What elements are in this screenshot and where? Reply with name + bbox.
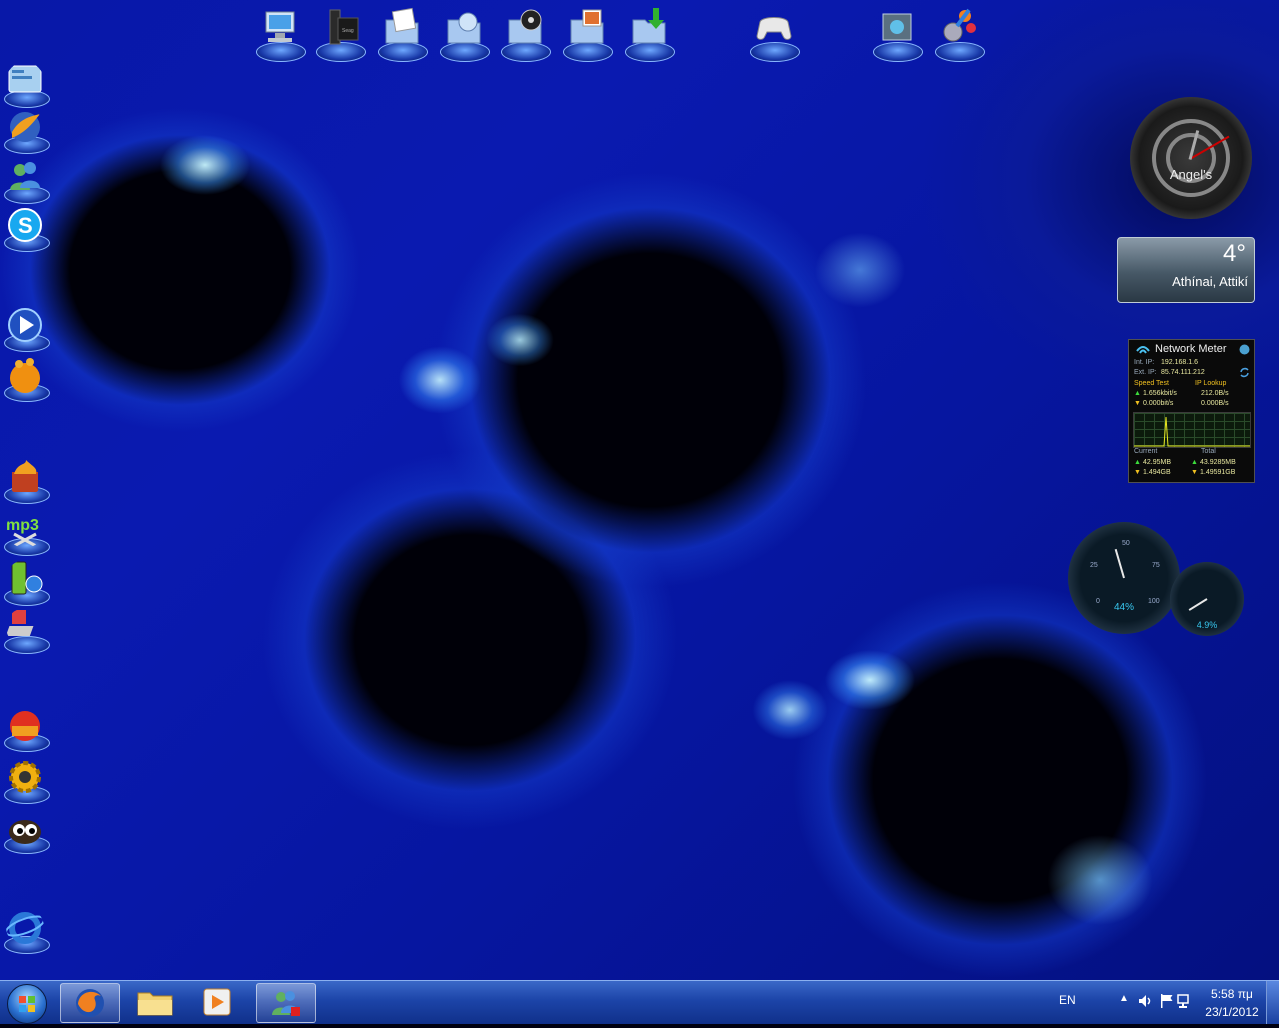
downloads-folder-icon[interactable] bbox=[621, 4, 675, 62]
upload-arrow-icon: ▲ bbox=[1134, 390, 1141, 397]
media-player-icon[interactable] bbox=[2, 306, 50, 352]
windows-logo-icon bbox=[7, 984, 47, 1024]
network-icon[interactable] bbox=[1177, 993, 1193, 1009]
svg-text:Seag: Seag bbox=[342, 28, 354, 34]
desktop[interactable]: Seag S mp3 Angel's 4° Athínai, Attikí Ne… bbox=[0, 0, 1279, 980]
svg-text:S: S bbox=[18, 213, 33, 238]
ram-needle bbox=[1188, 598, 1208, 611]
speed-test-link[interactable]: Speed Test bbox=[1134, 380, 1169, 387]
ie-app-icon[interactable] bbox=[2, 908, 50, 954]
weather-gadget[interactable]: 4° Athínai, Attikí bbox=[1117, 237, 1255, 303]
cpu-tick-50: 50 bbox=[1122, 540, 1130, 547]
gear-tool-icon[interactable] bbox=[2, 758, 50, 804]
messenger-icon[interactable] bbox=[2, 158, 50, 204]
pictures-folder-icon[interactable] bbox=[559, 4, 613, 62]
music-folder-icon[interactable] bbox=[497, 4, 551, 62]
ram-percent: 4.9% bbox=[1196, 620, 1218, 630]
total-down: 1.49591GB bbox=[1200, 469, 1236, 476]
ram-gauge: 4.9% bbox=[1170, 562, 1244, 636]
taskbar-media-player-button[interactable] bbox=[188, 983, 246, 1021]
system-tray: EN ▲ 5:58 πμ 23/1/2012 bbox=[1049, 981, 1279, 1024]
eyes-app-icon[interactable] bbox=[2, 808, 50, 854]
refresh-icon[interactable] bbox=[1239, 367, 1250, 378]
upload-rate: 212.0B/s bbox=[1201, 390, 1229, 397]
taskbar-clock-date[interactable]: 23/1/2012 bbox=[1197, 1005, 1267, 1019]
cpu-tick-25: 25 bbox=[1090, 562, 1098, 569]
action-center-flag-icon[interactable] bbox=[1159, 993, 1175, 1009]
ext-ip-value: 85.74.111.212 bbox=[1161, 369, 1205, 376]
start-button[interactable] bbox=[2, 982, 50, 1024]
burner-icon[interactable] bbox=[2, 458, 50, 504]
taskbar-explorer-button[interactable] bbox=[126, 983, 184, 1021]
firefox-icon bbox=[76, 989, 104, 1017]
current-down: 1.494GB bbox=[1143, 469, 1171, 476]
show-hidden-icons-icon[interactable]: ▲ bbox=[1119, 993, 1129, 1004]
clock-gadget[interactable]: Angel's bbox=[1130, 97, 1252, 219]
svg-text:mp3: mp3 bbox=[6, 517, 39, 534]
download-speed: 0.000bit/s bbox=[1143, 400, 1174, 407]
wifi-icon bbox=[1136, 346, 1150, 354]
download-rate: 0.000B/s bbox=[1201, 400, 1229, 407]
network-graph bbox=[1133, 412, 1251, 448]
documents-folder-icon[interactable] bbox=[374, 4, 428, 62]
current-label: Current bbox=[1134, 448, 1158, 455]
flame-app-icon[interactable] bbox=[2, 108, 50, 154]
web-folder-icon[interactable] bbox=[436, 4, 490, 62]
media-player-taskbar-icon bbox=[203, 988, 231, 1016]
clock-label: Angel's bbox=[1169, 167, 1213, 182]
messenger-taskbar-icon bbox=[272, 991, 300, 1016]
show-desktop-button[interactable] bbox=[1266, 981, 1279, 1024]
phone-sync-icon[interactable] bbox=[2, 560, 50, 606]
network-meter-title: Network Meter bbox=[1155, 343, 1227, 355]
laptop-app-icon[interactable] bbox=[2, 608, 50, 654]
computer-icon[interactable] bbox=[252, 4, 306, 62]
mp3-cutter-icon[interactable]: mp3 bbox=[2, 510, 50, 556]
taskbar-firefox-button[interactable] bbox=[60, 983, 120, 1023]
cpu-tick-75: 75 bbox=[1152, 562, 1160, 569]
taskbar: EN ▲ 5:58 πμ 23/1/2012 bbox=[0, 980, 1279, 1024]
total-label: Total bbox=[1201, 448, 1216, 455]
weather-location: Athínai, Attikí bbox=[1172, 274, 1248, 289]
ext-ip-label: Ext. IP: bbox=[1134, 369, 1157, 376]
cpu-gauge: 50 25 75 0 100 44% bbox=[1068, 522, 1180, 634]
globe-icon[interactable] bbox=[1239, 344, 1250, 355]
cleaner-icon[interactable] bbox=[2, 706, 50, 752]
language-indicator[interactable]: EN bbox=[1059, 993, 1076, 1007]
skype-icon[interactable]: S bbox=[2, 206, 50, 252]
cpu-percent: 44% bbox=[1113, 602, 1134, 613]
weather-temperature: 4° bbox=[1223, 240, 1246, 267]
network-meter-gadget[interactable]: Network Meter Int. IP: 192.168.1.6 Ext. … bbox=[1128, 339, 1255, 483]
current-down-arrow-icon: ▼ bbox=[1134, 469, 1141, 476]
taskbar-clock-time[interactable]: 5:58 πμ bbox=[1197, 987, 1267, 1001]
cpu-needle bbox=[1114, 548, 1125, 579]
explorer-folder-icon bbox=[137, 992, 173, 1016]
cpu-meter-gadget[interactable]: 50 25 75 0 100 44% 4.9% bbox=[1068, 522, 1248, 644]
current-up: 42.95MB bbox=[1143, 459, 1172, 466]
int-ip-value: 192.168.1.6 bbox=[1161, 359, 1198, 366]
int-ip-label: Int. IP: bbox=[1134, 359, 1155, 366]
total-up: 43.9285MB bbox=[1200, 459, 1236, 466]
control-panel-icon[interactable] bbox=[869, 4, 923, 62]
total-down-arrow-icon: ▼ bbox=[1191, 469, 1198, 476]
gamepad-icon[interactable] bbox=[746, 4, 800, 62]
ip-lookup-link[interactable]: IP Lookup bbox=[1195, 380, 1226, 387]
current-up-arrow-icon: ▲ bbox=[1134, 459, 1141, 466]
orange-app-icon[interactable] bbox=[2, 356, 50, 402]
storage-drive-icon[interactable]: Seag bbox=[312, 4, 366, 62]
settings-app-icon[interactable] bbox=[931, 4, 985, 62]
volume-icon[interactable] bbox=[1137, 993, 1153, 1009]
control-panel-icon[interactable] bbox=[2, 62, 50, 108]
upload-speed: 1.656kbit/s bbox=[1143, 390, 1177, 397]
total-up-arrow-icon: ▲ bbox=[1191, 459, 1198, 466]
download-arrow-icon: ▼ bbox=[1134, 400, 1141, 407]
taskbar-messenger-button[interactable] bbox=[256, 983, 316, 1023]
